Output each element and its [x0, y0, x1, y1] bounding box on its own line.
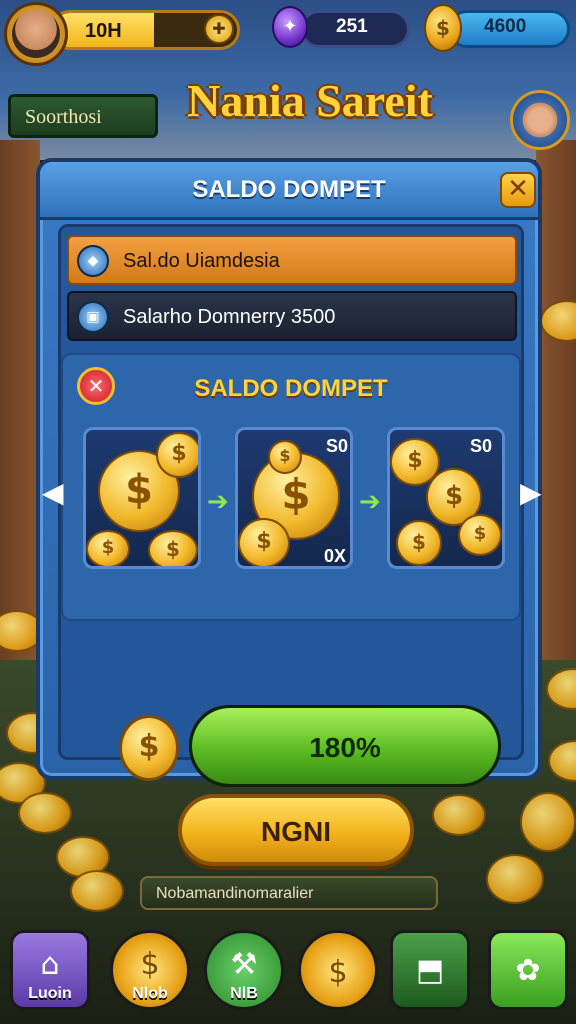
- top-hud: 10H ✚ ✦ 251 $ 4600: [0, 0, 576, 66]
- notice-bar: Nobamandinomaralier: [140, 876, 438, 910]
- dollar-icon: $: [140, 947, 160, 982]
- balance-row-selected[interactable]: ◆ Sal.do Uiamdesia: [67, 235, 517, 285]
- coin-stack-icon: $: [86, 530, 130, 566]
- nav-label: NlB: [230, 985, 258, 1002]
- coin-icon: $: [424, 4, 462, 52]
- add-level-button[interactable]: ✚: [204, 14, 234, 44]
- crystal-icon: ◆: [77, 245, 109, 277]
- gem-amount: 251: [336, 16, 368, 37]
- exchange-panel: ✕ SALDO DOMPET $ $ $ $ ➔ $ $ $ S0 0X ➔ $…: [61, 353, 521, 621]
- background-coin: [18, 792, 72, 834]
- coin-pack-card[interactable]: $ $ $ S0 0X: [235, 427, 353, 569]
- background-building-right: [536, 140, 576, 660]
- close-button[interactable]: ✕: [500, 172, 536, 208]
- action-button[interactable]: NGNI: [178, 794, 414, 866]
- coin-icon: $: [119, 715, 179, 781]
- background-coin: [486, 854, 544, 904]
- balance-row[interactable]: ▣ Salarho Domnerry 3500: [67, 291, 517, 341]
- background-coin: [432, 794, 486, 836]
- notice-text: Nobamandinomaralier: [156, 885, 314, 902]
- background-building-left: [0, 140, 40, 660]
- background-coin: [70, 870, 124, 912]
- background-coin: [520, 792, 576, 852]
- card-label: S0: [470, 436, 493, 456]
- search-text: Soorthosi: [25, 106, 102, 128]
- nav-clover-button[interactable]: ✿: [488, 930, 568, 1010]
- card-sublabel: 0X: [324, 546, 347, 566]
- coin-pack-card[interactable]: $ $ $ $ S0: [387, 427, 505, 569]
- panel-title: SALDO DOMPET: [194, 375, 388, 402]
- avatar-face-icon: [12, 10, 60, 58]
- arrow-right-icon: ➔: [207, 487, 229, 517]
- previous-arrow-icon[interactable]: ◀: [42, 476, 64, 509]
- gem-icon: ✦: [272, 6, 308, 48]
- coin-stack-icon: $: [148, 530, 198, 566]
- modal-title: SALDO DOMPET: [192, 176, 386, 203]
- search-sign[interactable]: Soorthosi: [8, 94, 158, 138]
- profile-avatar-button[interactable]: [510, 90, 570, 150]
- nav-tools-button[interactable]: ⚒ NlB: [204, 930, 284, 1010]
- card-label: S0: [326, 436, 349, 456]
- dollar-icon: $: [328, 955, 348, 990]
- game-title: Nania Sareit: [187, 75, 433, 126]
- nav-shop-button[interactable]: $ Nlob: [110, 930, 190, 1010]
- modal-body: ◆ Sal.do Uiamdesia ▣ Salarho Domnerry 35…: [58, 224, 524, 787]
- coin-stack-icon: $: [396, 520, 442, 566]
- house-icon: ⌂: [40, 947, 60, 982]
- coin-pack-card[interactable]: $ $ $ $: [83, 427, 201, 569]
- coin-stack-icon: $: [156, 432, 198, 478]
- balance-row-label: Salarho Domnerry 3500: [123, 306, 336, 328]
- tool-icon: ⚒: [230, 947, 258, 982]
- balance-row-label: Sal.do Uiamdesia: [123, 250, 280, 272]
- coin-stack-icon: $: [268, 440, 302, 474]
- nav-home-button[interactable]: ⌂ Luoin: [10, 930, 90, 1010]
- nav-coins-button[interactable]: $: [298, 930, 378, 1010]
- coin-stack-icon: $: [238, 518, 290, 566]
- player-avatar[interactable]: [4, 2, 68, 66]
- wallet-modal: SALDO DOMPET ✕ ◆ Sal.do Uiamdesia ▣ Sala…: [36, 158, 542, 787]
- map-icon: ⬒: [415, 953, 445, 988]
- action-button-label: NGNI: [261, 816, 331, 847]
- arrow-right-icon: ➔: [359, 487, 381, 517]
- nav-label: Luoin: [28, 985, 72, 1002]
- next-arrow-icon[interactable]: ▶: [520, 476, 542, 509]
- progress-text: 180%: [309, 732, 381, 763]
- nav-map-button[interactable]: ⬒: [390, 930, 470, 1010]
- nav-label: Nlob: [132, 985, 168, 1002]
- exchange-progress-button[interactable]: 180%: [189, 705, 501, 787]
- coin-stack-icon: $: [458, 514, 502, 556]
- clover-icon: ✿: [515, 953, 541, 988]
- wallet-icon: ▣: [77, 301, 109, 333]
- modal-header: SALDO DOMPET ✕: [40, 162, 538, 220]
- level-value: 10H: [85, 20, 122, 42]
- coin-amount: 4600: [484, 16, 527, 37]
